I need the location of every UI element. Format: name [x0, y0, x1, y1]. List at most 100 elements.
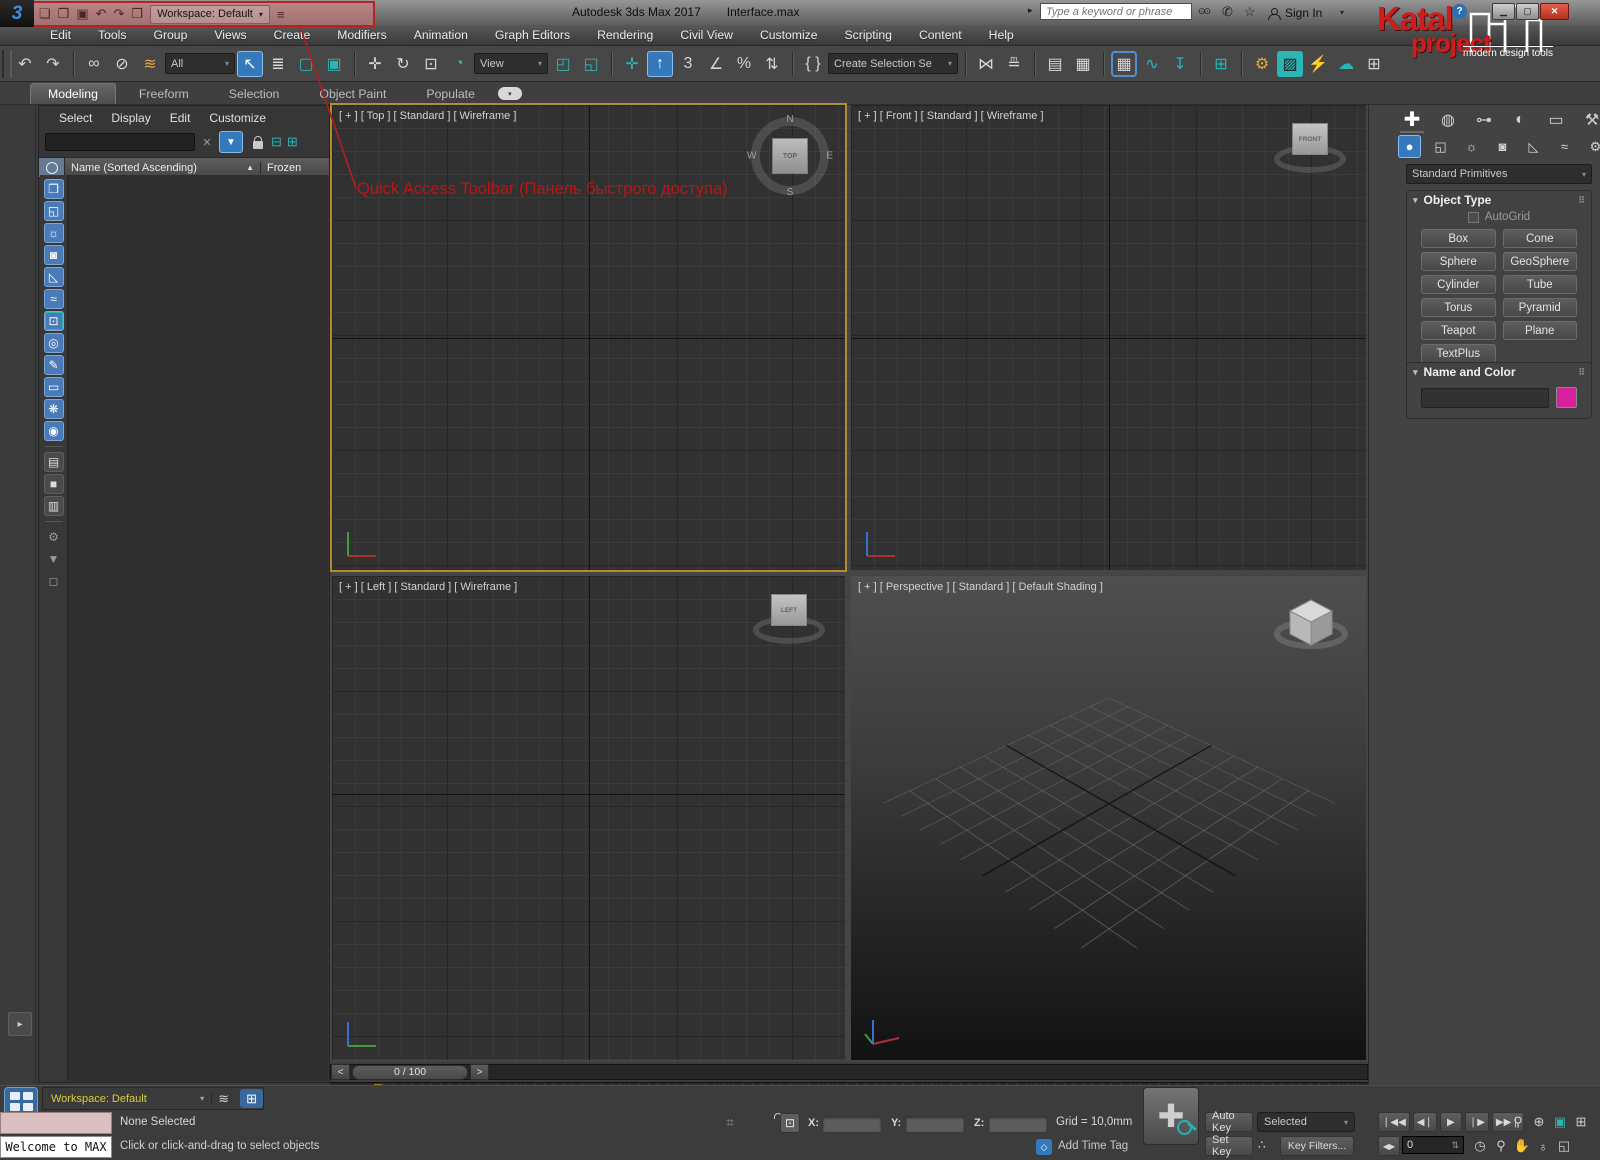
3dsmax-logo[interactable]: 3 [0, 0, 34, 27]
workspace-selector[interactable]: Workspace: Default ▾ ≋ ⊞ [42, 1087, 264, 1110]
spinner-icon[interactable]: ⇅ [1451, 1140, 1459, 1151]
display-shapes-icon[interactable]: ◱ [44, 201, 64, 221]
select-and-scale-icon[interactable]: ⊡ [418, 51, 444, 77]
object-type-button[interactable]: TextPlus [1421, 344, 1496, 363]
undo-icon[interactable]: ↶ [12, 51, 38, 77]
field-of-view-icon[interactable]: ⚲ [1491, 1136, 1511, 1156]
systems-subtab-icon[interactable]: ⚙ [1584, 135, 1600, 158]
add-time-tag[interactable]: Add Time Tag [1058, 1140, 1128, 1152]
object-type-button[interactable]: Tube [1503, 275, 1578, 294]
key-filters-button[interactable]: Key Filters... [1280, 1136, 1354, 1156]
go-to-start-button[interactable]: ❘◀◀ [1378, 1112, 1410, 1132]
menu-item[interactable]: Animation [414, 28, 468, 42]
detail-view-icon[interactable]: ▥ [44, 496, 64, 516]
viewcube-face[interactable]: FRONT [1292, 123, 1328, 155]
helpers-subtab-icon[interactable]: ◺ [1522, 135, 1545, 158]
menu-item[interactable]: Customize [760, 28, 818, 42]
align-icon[interactable]: ≞ [1001, 51, 1027, 77]
help-icon[interactable]: ? [1452, 4, 1467, 19]
render-setup-icon[interactable]: ⚙ [1249, 51, 1275, 77]
bind-to-space-warp-icon[interactable]: ≋ [137, 51, 163, 77]
explorer-menu-item[interactable]: Select [59, 111, 92, 125]
viewport-perspective[interactable]: [ + ] [ Perspective ] [ Standard ] [ Def… [851, 576, 1366, 1060]
ribbon-tab[interactable]: Object Paint [302, 84, 403, 104]
menu-item[interactable]: Content [919, 28, 962, 42]
ribbon-tab[interactable]: Modeling [30, 83, 116, 104]
viewport-top-label[interactable]: [ + ] [ Top ] [ Standard ] [ Wireframe ] [339, 110, 516, 122]
menu-item[interactable]: Views [214, 28, 246, 42]
menu-item[interactable]: Tools [98, 28, 126, 42]
undo-qat-icon[interactable]: ↶ [96, 6, 107, 22]
toggle-scene-explorer-icon[interactable]: ▤ [1042, 51, 1068, 77]
schematic-view-icon[interactable]: ↧ [1167, 51, 1193, 77]
key-mode-icon[interactable]: ∴ [1258, 1138, 1266, 1152]
percent-snap-icon[interactable]: % [731, 51, 757, 77]
object-type-button[interactable]: Torus [1421, 298, 1496, 317]
z-coordinate-field[interactable] [988, 1116, 1048, 1133]
named-selection-dropdown[interactable]: Create Selection Se [828, 53, 958, 74]
viewport-left[interactable]: [ + ] [ Left ] [ Standard ] [ Wireframe … [332, 576, 845, 1060]
time-tag-icon[interactable]: ◇ [1036, 1139, 1052, 1155]
current-frame-field[interactable]: 0 ⇅ [1402, 1136, 1464, 1154]
save-file-icon[interactable]: ▣ [76, 6, 88, 22]
workspaces-button[interactable] [4, 1087, 38, 1115]
workspace-caret-icon[interactable]: ▾ [193, 1094, 212, 1103]
maximize-button[interactable]: ▢ [1516, 3, 1539, 20]
display-filter-button[interactable]: ▼ [219, 131, 243, 153]
ribbon-minimize-icon[interactable]: ▾ [498, 87, 522, 100]
maximize-viewport-icon[interactable]: ◱ [1554, 1136, 1574, 1156]
display-helpers-icon[interactable]: ◺ [44, 267, 64, 287]
rollout-grip-icon[interactable]: ⠿ [1578, 367, 1585, 378]
select-and-rotate-icon[interactable]: ↻ [390, 51, 416, 77]
lights-subtab-icon[interactable]: ☼ [1460, 135, 1483, 158]
filter-config-icon[interactable]: ⚙ [44, 527, 64, 547]
menu-item[interactable]: Edit [50, 28, 71, 42]
window-crossing-icon[interactable]: ▣ [321, 51, 347, 77]
ribbon-tab[interactable]: Freeform [122, 84, 206, 104]
display-containers-icon[interactable]: ▭ [44, 377, 64, 397]
frame-step-button[interactable]: ◀▶ [1378, 1136, 1400, 1156]
redo-icon[interactable]: ↷ [40, 51, 66, 77]
redo-qat-icon[interactable]: ↷ [114, 6, 125, 22]
render-production-icon[interactable]: ⚡ [1305, 51, 1331, 77]
new-file-icon[interactable]: ❏ [39, 6, 51, 22]
display-space-warps-icon[interactable]: ≈ [44, 289, 64, 309]
sign-in-caret-icon[interactable]: ▾ [1340, 8, 1344, 17]
object-type-button[interactable]: GeoSphere [1503, 252, 1578, 271]
viewcube-front[interactable]: FRONT [1274, 119, 1346, 185]
name-column-header[interactable]: Name (Sorted Ascending) ▲ [65, 162, 260, 174]
explorer-object-list[interactable] [68, 175, 328, 1081]
key-set-dropdown[interactable]: Selected [1257, 1112, 1355, 1132]
dock-expand-button[interactable]: ▸ [8, 1012, 32, 1036]
toggle-layer-explorer-icon[interactable]: ▦ [1070, 51, 1096, 77]
frozen-column-header[interactable]: Frozen [260, 162, 329, 174]
layer-view-icon[interactable]: ⊞ [287, 134, 298, 150]
select-object-icon[interactable]: ↖ [237, 51, 263, 77]
strip-divider[interactable] [45, 521, 63, 522]
time-slider-handle[interactable]: 0 / 100 [352, 1065, 468, 1080]
cameras-subtab-icon[interactable]: ◙ [1491, 135, 1514, 158]
auto-key-button[interactable]: Auto Key [1205, 1112, 1253, 1132]
x-coordinate-field[interactable] [822, 1116, 882, 1133]
menu-item[interactable]: Group [153, 28, 187, 42]
display-cameras-icon[interactable]: ◙ [44, 245, 64, 265]
object-type-button[interactable]: Box [1421, 229, 1496, 248]
viewcube-face[interactable]: TOP [772, 138, 808, 174]
object-name-input[interactable] [1421, 388, 1549, 408]
search-icon[interactable]: ⊙⊙ [1198, 6, 1209, 17]
material-editor-icon[interactable]: ⊞ [1208, 51, 1234, 77]
list-view-icon[interactable]: ▤ [44, 452, 64, 472]
select-and-place-icon[interactable]: ◔ [446, 51, 472, 77]
viewport-left-label[interactable]: [ + ] [ Left ] [ Standard ] [ Wireframe … [339, 581, 517, 593]
category-dropdown[interactable]: Standard Primitives [1406, 164, 1592, 184]
named-selection-sets-icon[interactable]: { } [800, 51, 826, 77]
previous-frame-button[interactable]: ◀❘ [1413, 1112, 1437, 1132]
zoom-all-icon[interactable]: ⊕ [1529, 1112, 1549, 1132]
open-file-icon[interactable]: ❐ [58, 6, 70, 22]
ribbon-tab[interactable]: Populate [409, 84, 492, 104]
use-pivot-point-icon[interactable]: ◰ [550, 51, 576, 77]
rendered-frame-window-icon[interactable]: ▨ [1277, 51, 1303, 77]
maxscript-mini-listener[interactable] [0, 1112, 112, 1134]
workspace-dropdown[interactable]: Workspace: Default [150, 5, 270, 24]
explorer-menu-item[interactable]: Customize [209, 111, 266, 125]
